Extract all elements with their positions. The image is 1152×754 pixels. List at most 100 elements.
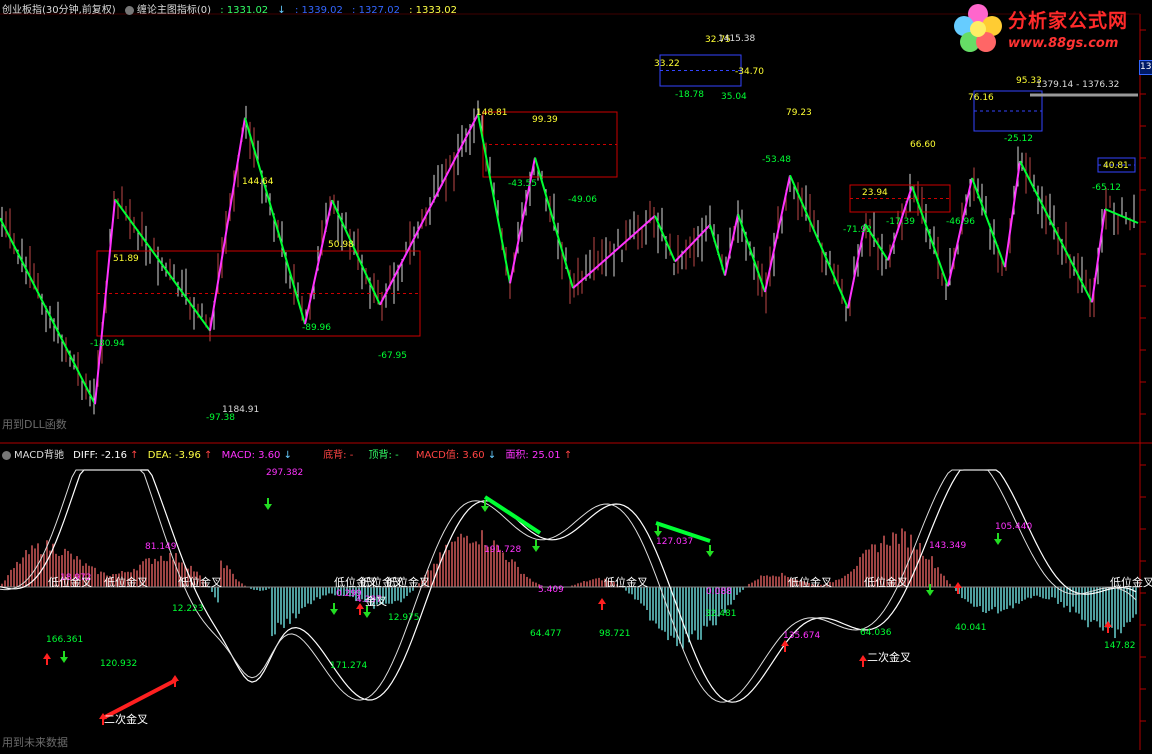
macd-label: 105.440 (995, 522, 1032, 532)
zigzag-segment (674, 224, 711, 263)
price-label: 35.04 (721, 92, 747, 102)
diff-value: DIFF: -2.16 (73, 450, 127, 461)
macd-label: 135.674 (783, 631, 820, 641)
event-label: 低位金叉 (104, 575, 148, 589)
top-divergence-line (483, 495, 542, 535)
macd-label: 127.037 (656, 537, 693, 547)
down-arrow-icon (60, 657, 68, 663)
chart-window: 51.89 -180.94 144.64 -97.38 1184.91 50.98 -89.… (0, 0, 1152, 750)
price-label: -49.06 (568, 195, 597, 205)
zigzag-segment (709, 224, 726, 276)
event-label: 金叉 (365, 594, 387, 608)
zigzag-segment (737, 213, 766, 293)
up-arrow-icon (171, 675, 179, 681)
zigzag-segment (911, 186, 949, 287)
zigzag-segment (724, 213, 739, 276)
event-label: 低位金叉 (1110, 575, 1152, 589)
price-label: -43.55 (508, 179, 537, 189)
macd-name[interactable]: MACD背驰 (2, 450, 64, 461)
price-label: -71.92 (843, 225, 872, 235)
settings-icon[interactable] (2, 450, 11, 460)
zigzag-segment (114, 198, 211, 332)
top-value-1: : 1331.02 (220, 5, 269, 16)
event-label: 低位金叉 (864, 575, 908, 589)
price-label: 99.39 (532, 115, 558, 125)
event-label: 低位金叉 (788, 575, 832, 589)
zigzag-segment (331, 199, 381, 306)
chart-canvas: 51.89-180.94144.64-97.381184.9150.98-89.… (0, 13, 1152, 750)
price-label: 144.64 (242, 177, 274, 187)
up-arrow-icon (43, 653, 51, 659)
macd-label: 12.975 (388, 613, 420, 623)
event-label: 低位金叉 (48, 575, 92, 589)
arrow-up-icon: ↑ (563, 450, 573, 461)
price-label: 148.81 (476, 108, 508, 118)
down-arrow-icon (264, 504, 272, 510)
arrow-up-icon: ↑ (130, 450, 139, 461)
price-label: -67.95 (378, 351, 407, 361)
zigzag-segment (209, 117, 246, 331)
zigzag-segment (0, 217, 96, 405)
down-arrow-icon (994, 539, 1002, 545)
price-label: -34.70 (735, 67, 764, 77)
future-note: 用到未来数据 (2, 736, 68, 749)
zigzag-segment (304, 199, 333, 325)
price-label: 33.22 (654, 59, 680, 69)
macd-header: MACD背驰 DIFF: -2.16 ↑ DEA: -3.96 ↑ MACD: … (2, 446, 578, 461)
price-label: -89.96 (302, 323, 331, 333)
price-label: 66.60 (910, 140, 936, 150)
up-arrow-icon (598, 598, 606, 604)
macd-label: 297.382 (266, 468, 303, 478)
price-label: -46.96 (946, 217, 975, 227)
price-label: -53.48 (762, 155, 791, 165)
up-arrow-icon (954, 582, 962, 588)
macd-label: 40.041 (955, 623, 987, 633)
arrow-down-icon: ↓ (277, 5, 286, 16)
macd-label: 81.149 (145, 542, 177, 552)
price-label: -25.12 (1004, 134, 1033, 144)
settings-icon[interactable] (124, 5, 134, 15)
price-label: 51.89 (113, 254, 139, 264)
macd-label: 120.932 (100, 659, 137, 669)
zigzag-segment (379, 113, 479, 306)
flower-logo-icon (954, 4, 1002, 52)
macd-label: 32.481 (705, 609, 737, 619)
price-label: 79.23 (786, 108, 812, 118)
down-arrow-icon (330, 609, 338, 615)
arrow-down-icon: ↓ (283, 450, 292, 461)
indicator-label: 缠论主图指标(0) (136, 5, 212, 16)
mianji-value: 面积: 25.01 (505, 450, 561, 461)
event-label: 低位金叉 (604, 575, 648, 589)
zigzag-segment (509, 157, 536, 284)
candles (1, 100, 1135, 415)
down-arrow-icon (481, 506, 489, 512)
zigzag-segment (847, 223, 866, 309)
dibei-value: 底背: - (323, 450, 354, 461)
price-label: 23.94 (862, 188, 888, 198)
logo-url: www.88gs.com (1008, 36, 1119, 51)
dea-value: DEA: -3.96 (147, 450, 201, 461)
site-logo: 分析家公式网 www.88gs.com (950, 2, 1146, 56)
price-label: 1184.91 (222, 405, 259, 415)
top-header: 创业板指(30分钟,前复权) 缠论主图指标(0) : 1331.02 ↓ : 1… (2, 1, 463, 16)
up-arrow-icon (859, 655, 867, 661)
down-arrow-icon (363, 612, 371, 618)
price-label: 50.98 (328, 240, 354, 250)
zigzag-segment (94, 199, 116, 405)
macd-label: 64.477 (530, 629, 562, 639)
event-label: 二次金叉 (104, 712, 148, 726)
zigzag-segment (1004, 160, 1021, 268)
price-label: -180.94 (90, 339, 125, 349)
macd-label: 147.82 (1104, 641, 1136, 651)
event-label: 低位金叉 (178, 575, 222, 589)
macdzhi-value: MACD值: 3.60 (415, 450, 485, 461)
macd-label: 143.349 (929, 541, 966, 551)
top-value-4: : 1333.02 (409, 5, 458, 16)
price-label: 40.81 (1103, 161, 1129, 171)
top-value-3: : 1327.02 (352, 5, 400, 16)
macd-label: 166.361 (46, 635, 83, 645)
dingbei-value: 顶背: - (368, 450, 399, 461)
right-price-tag: 13 (1139, 60, 1152, 75)
indicator-name[interactable]: 缠论主图指标(0) (124, 5, 212, 16)
macd-label: 171.274 (330, 661, 367, 671)
